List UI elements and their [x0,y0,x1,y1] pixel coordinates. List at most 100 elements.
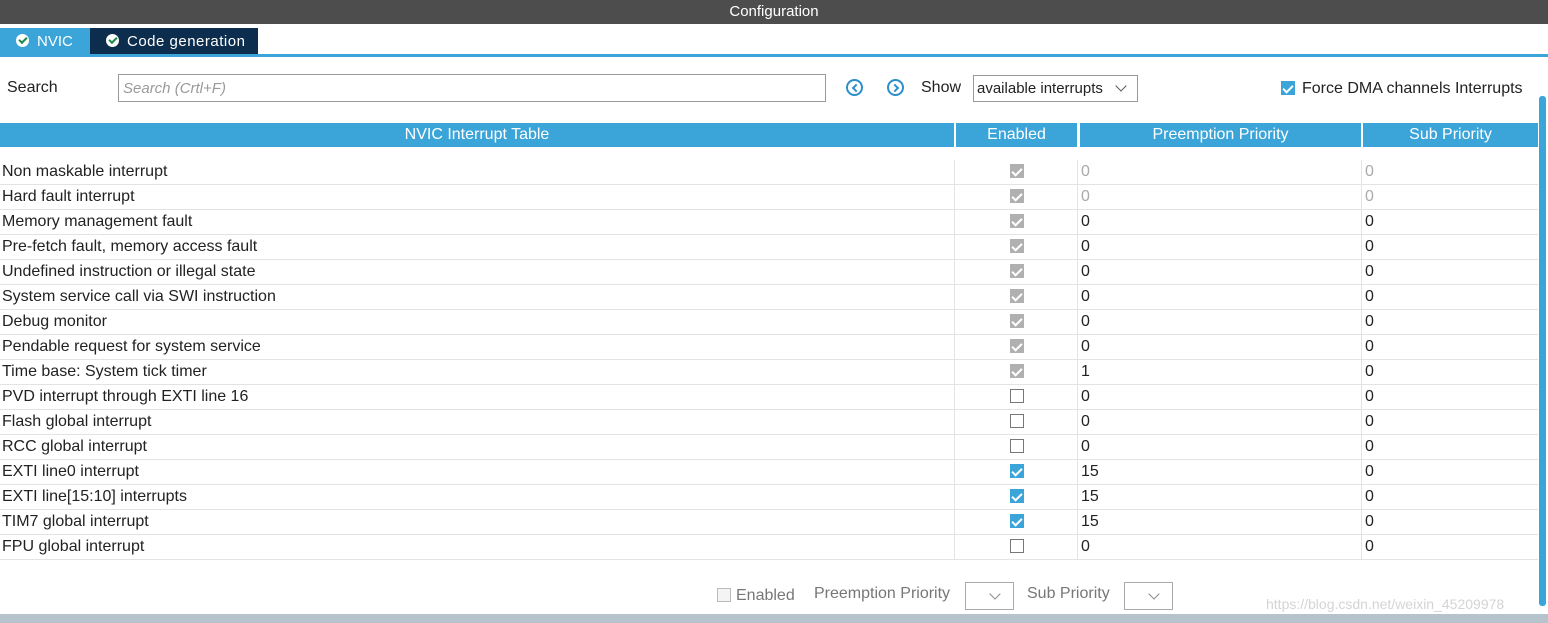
column-divider [1361,535,1362,559]
tab-nvic-label: NVIC [37,33,73,50]
bottom-enabled-label: Enabled [736,587,795,604]
preemption-priority-value[interactable]: 0 [1081,235,1090,259]
preemption-priority-value[interactable]: 0 [1081,185,1090,209]
sub-priority-value[interactable]: 0 [1365,435,1374,459]
table-row[interactable]: System service call via SWI instruction 0… [0,285,1538,310]
bottom-enabled-option: Enabled [717,587,795,605]
enabled-checkbox [1010,339,1024,353]
table-row[interactable]: EXTI line0 interrupt 15 0 [0,460,1538,485]
table-row[interactable]: EXTI line[15:10] interrupts 15 0 [0,485,1538,510]
table-row[interactable]: Time base: System tick timer 1 0 [0,360,1538,385]
enabled-checkbox[interactable] [1010,489,1024,503]
column-header-enabled[interactable]: Enabled [956,123,1077,147]
interrupt-table-body: Non maskable interrupt 0 0 Hard fault inter… [0,160,1538,560]
interrupt-name: FPU global interrupt [2,538,145,555]
preemption-priority-value[interactable]: 0 [1081,210,1090,234]
chevron-left-circle-icon[interactable] [846,79,863,96]
interrupt-name: EXTI line[15:10] interrupts [2,488,187,505]
table-row[interactable]: Pre-fetch fault, memory access fault 0 0 [0,235,1538,260]
enabled-cell [954,460,1078,484]
sub-priority-value[interactable]: 0 [1365,235,1374,259]
preemption-priority-value[interactable]: 15 [1081,460,1099,484]
enabled-checkbox[interactable] [1010,414,1024,428]
preemption-priority-value[interactable]: 15 [1081,510,1099,534]
interrupt-name: RCC global interrupt [2,438,147,455]
table-row[interactable]: Pendable request for system service 0 0 [0,335,1538,360]
show-filter-select[interactable]: available interrupts [973,75,1138,102]
preemption-priority-value[interactable]: 0 [1081,160,1090,184]
column-header-sub-priority[interactable]: Sub Priority [1363,123,1538,147]
sub-priority-value[interactable]: 0 [1365,285,1374,309]
sub-priority-value[interactable]: 0 [1365,510,1374,534]
sub-priority-value[interactable]: 0 [1365,335,1374,359]
preemption-priority-value[interactable]: 0 [1081,335,1090,359]
sub-priority-value[interactable]: 0 [1365,460,1374,484]
enabled-checkbox[interactable] [1010,539,1024,553]
enabled-checkbox[interactable] [1010,389,1024,403]
sub-priority-value[interactable]: 0 [1365,535,1374,559]
window-title: Configuration [0,0,1548,24]
table-row[interactable]: Non maskable interrupt 0 0 [0,160,1538,185]
interrupt-name: Undefined instruction or illegal state [2,263,256,280]
enabled-cell [954,160,1078,184]
vertical-scrollbar[interactable] [1539,96,1546,606]
bottom-sub-priority-label: Sub Priority [1027,585,1110,602]
enabled-cell [954,435,1078,459]
sub-priority-value[interactable]: 0 [1365,260,1374,284]
interrupt-name: TIM7 global interrupt [2,513,149,530]
sub-priority-value[interactable]: 0 [1365,360,1374,384]
check-circle-icon [106,34,119,47]
column-divider [1361,210,1362,234]
sub-priority-value[interactable]: 0 [1365,160,1374,184]
bottom-enabled-checkbox [717,588,731,602]
table-row[interactable]: PVD interrupt through EXTI line 16 0 0 [0,385,1538,410]
enabled-checkbox[interactable] [1010,514,1024,528]
column-header-preemption[interactable]: Preemption Priority [1080,123,1361,147]
table-row[interactable]: Undefined instruction or illegal state 0 0 [0,260,1538,285]
show-filter-value: available interrupts [977,80,1103,97]
preemption-priority-value[interactable]: 0 [1081,260,1090,284]
preemption-priority-value[interactable]: 0 [1081,285,1090,309]
enabled-checkbox[interactable] [1010,439,1024,453]
preemption-priority-value[interactable]: 0 [1081,410,1090,434]
bottom-preemption-label: Preemption Priority [814,585,951,602]
table-row[interactable]: Hard fault interrupt 0 0 [0,185,1538,210]
preemption-priority-value[interactable]: 0 [1081,435,1090,459]
enabled-checkbox [1010,214,1024,228]
sub-priority-value[interactable]: 0 [1365,485,1374,509]
table-row[interactable]: Debug monitor 0 0 [0,310,1538,335]
force-dma-checkbox[interactable] [1281,81,1295,95]
sub-priority-value[interactable]: 0 [1365,210,1374,234]
force-dma-option[interactable]: Force DMA channels Interrupts [1281,80,1523,98]
show-label: Show [921,79,962,96]
enabled-cell [954,310,1078,334]
preemption-priority-value[interactable]: 0 [1081,535,1090,559]
column-divider [1361,435,1362,459]
preemption-priority-value[interactable]: 0 [1081,385,1090,409]
column-divider [1361,460,1362,484]
preemption-priority-value[interactable]: 0 [1081,310,1090,334]
sub-priority-value[interactable]: 0 [1365,185,1374,209]
chevron-right-circle-icon[interactable] [887,79,904,96]
table-row[interactable]: RCC global interrupt 0 0 [0,435,1538,460]
tab-code-generation-label: Code generation [127,33,246,50]
sub-priority-value[interactable]: 0 [1365,385,1374,409]
interrupt-name: Hard fault interrupt [2,188,135,205]
preemption-priority-value[interactable]: 15 [1081,485,1099,509]
column-header-interrupt[interactable]: NVIC Interrupt Table [0,123,954,147]
enabled-cell [954,235,1078,259]
table-row[interactable]: TIM7 global interrupt 15 0 [0,510,1538,535]
sub-priority-value[interactable]: 0 [1365,410,1374,434]
enabled-cell [954,485,1078,509]
preemption-priority-value[interactable]: 1 [1081,360,1090,384]
table-row[interactable]: Memory management fault 0 0 [0,210,1538,235]
enabled-cell [954,510,1078,534]
tab-code-generation[interactable]: Code generation [90,28,258,55]
search-input[interactable] [118,74,826,102]
table-row[interactable]: FPU global interrupt 0 0 [0,535,1538,560]
tab-nvic[interactable]: NVIC [0,28,90,55]
footer-bar [0,614,1548,623]
sub-priority-value[interactable]: 0 [1365,310,1374,334]
enabled-checkbox[interactable] [1010,464,1024,478]
table-row[interactable]: Flash global interrupt 0 0 [0,410,1538,435]
